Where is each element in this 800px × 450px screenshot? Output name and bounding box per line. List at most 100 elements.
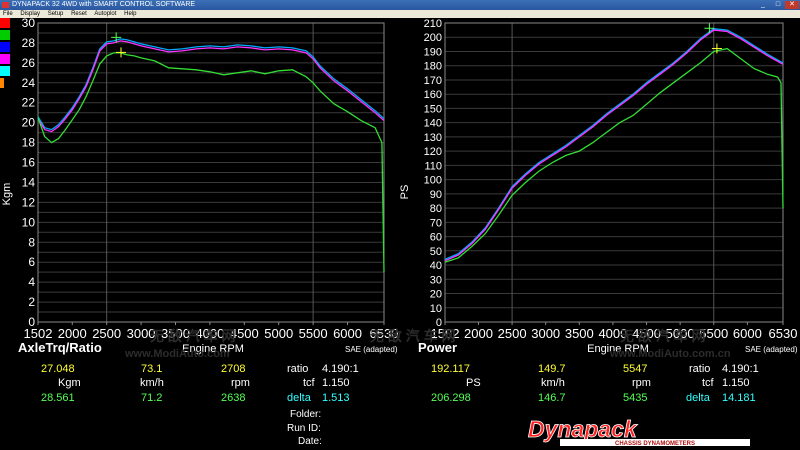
left-tcf-label: tcf (303, 377, 315, 389)
torque-x-tick-label: 2000 (58, 326, 87, 341)
torque-y-tick-label: 2 (28, 295, 35, 309)
watermark-brand-right: 无 敌 汽 车 网 (619, 328, 706, 344)
power-x-tick-label: 6000 (733, 326, 762, 341)
power-y-tick-label: 50 (430, 246, 442, 258)
right-delta-value: 14.181 (722, 392, 756, 404)
torque-y-tick-label: 16 (22, 156, 36, 170)
power-y-tick-label: 100 (424, 175, 442, 187)
power-y-tick-label: 40 (430, 260, 442, 272)
menu-display[interactable]: Display (20, 11, 40, 17)
logo-brand: Dynapack (528, 417, 638, 442)
run-color-swatches (0, 18, 10, 90)
power-y-tick-label: 140 (424, 118, 442, 130)
run-color-swatch[interactable] (0, 42, 10, 52)
right-power-value: 192.117 (431, 363, 470, 375)
torque-y-tick-label: 18 (22, 136, 36, 150)
right-tcf-value: 1.150 (722, 377, 750, 389)
power-y-tick-label: 60 (430, 232, 442, 244)
torque-y-tick-label: 14 (22, 175, 36, 189)
torque-chart-title: AxleTrq/Ratio (18, 340, 102, 355)
minimize-button[interactable]: _ (756, 1, 770, 9)
right-delta-power-value: 206.298 (431, 392, 471, 404)
left-delta-rpm-value: 2638 (221, 392, 246, 404)
run-color-swatch[interactable] (0, 78, 4, 88)
power-y-tick-label: 210 (424, 18, 442, 30)
run-color-swatch[interactable] (0, 30, 10, 40)
power-y-tick-label: 80 (430, 203, 442, 215)
torque-x-tick-label: 6000 (333, 326, 362, 341)
run-color-swatch[interactable] (0, 18, 10, 28)
menu-autoplot[interactable]: Autoplot (94, 11, 116, 17)
close-button[interactable]: ✕ (785, 1, 799, 9)
menu-setup[interactable]: Setup (48, 11, 64, 17)
torque-y-tick-label: 10 (22, 215, 36, 229)
left-delta-torque-value: 28.561 (41, 392, 75, 404)
power-y-tick-label: 90 (430, 189, 442, 201)
left-torque-value: 27.048 (41, 363, 75, 375)
torque-x-tick-label: 5000 (264, 326, 293, 341)
power-x-tick-label: 3000 (531, 326, 560, 341)
power-sae-note: SAE (adapted) (745, 345, 798, 354)
dynapack-logo: Dynapack CHASSIS DYNAMOMETERS (528, 417, 750, 447)
run-color-swatch[interactable] (0, 54, 10, 64)
torque-y-tick-label: 20 (22, 116, 36, 130)
right-tcf-label: tcf (702, 377, 714, 389)
left-delta-label: delta (287, 392, 311, 404)
left-tcf-value: 1.150 (322, 377, 350, 389)
left-rpm-value: 2708 (221, 363, 246, 375)
left-rpm-unit: rpm (231, 377, 250, 389)
power-y-tick-label: 130 (424, 132, 442, 144)
run-id-label: Run ID: (287, 423, 321, 434)
menu-file[interactable]: File (3, 11, 13, 17)
right-ratio-value: 4.190:1 (722, 363, 759, 375)
window-title: DYNAPACK 32 4WD with SMART CONTROL SOFTW… (12, 1, 196, 8)
torque-y-tick-label: 12 (22, 195, 36, 209)
watermark-brand-center: 无 敌 汽 车 网 (369, 328, 456, 344)
torque-y-tick-label: 4 (28, 275, 35, 289)
left-delta-value: 1.513 (322, 392, 350, 404)
left-delta-speed-value: 71.2 (141, 392, 163, 404)
run-color-swatch[interactable] (0, 66, 10, 76)
power-y-tick-label: 10 (430, 303, 442, 315)
torque-y-tick-label: 26 (22, 56, 36, 70)
watermark-url-right: www.ModiAuto.com.cn (609, 348, 731, 360)
torque-y-tick-label: 30 (22, 18, 36, 30)
power-y-tick-label: 150 (424, 103, 442, 115)
left-speed-unit: km/h (140, 377, 164, 389)
power-y-tick-label: 30 (430, 274, 442, 286)
dyno-charts: 0246810121416182022242628301502 2000 2500 3… (1, 18, 798, 360)
torque-sae-note: SAE (adapted) (345, 345, 398, 354)
menu-help[interactable]: Help (124, 11, 136, 17)
menu-reset[interactable]: Reset (71, 11, 87, 17)
torque-y-tick-label: 22 (22, 96, 36, 110)
logo-tagline: CHASSIS DYNAMOMETERS (615, 441, 695, 447)
power-y-tick-label: 190 (424, 46, 442, 58)
power-x-tick-label: 6530 (769, 326, 798, 341)
title-bar: DYNAPACK 32 4WD with SMART CONTROL SOFTW… (0, 0, 800, 10)
right-rpm-value: 5547 (623, 363, 648, 375)
power-y-tick-label: 70 (430, 217, 442, 229)
torque-x-tick-label: 5500 (299, 326, 328, 341)
left-speed-value: 73.1 (141, 363, 163, 375)
chart-area: 0 2 4 6 8 10 12 14 16 18 20 22 24 26 28 30 1502 2000 2500 3… (0, 18, 800, 363)
power-y-tick-label: 20 (430, 289, 442, 301)
power-y-tick-label: 120 (424, 146, 442, 158)
power-series-line-0 (444, 28, 784, 260)
right-delta-speed-value: 146.7 (538, 392, 566, 404)
app-icon (2, 2, 9, 8)
folder-label: Folder: (290, 409, 322, 420)
right-rpm-unit: rpm (632, 377, 651, 389)
maximize-button[interactable]: □ (771, 1, 785, 9)
right-delta-label: delta (686, 392, 710, 404)
left-torque-unit: Kgm (58, 377, 81, 389)
date-label: Date: (298, 436, 322, 447)
power-plot-frame (444, 22, 784, 323)
power-y-tick-label: 110 (424, 160, 442, 172)
right-speed-unit: km/h (541, 377, 565, 389)
right-speed-value: 149.7 (538, 363, 566, 375)
left-ratio-label: ratio (287, 363, 309, 375)
right-ratio-label: ratio (689, 363, 711, 375)
torque-y-tick-label: 6 (28, 255, 35, 269)
watermark-url-left: www.ModiAuto.com (124, 348, 230, 360)
torque-y-tick-label: 8 (28, 235, 35, 249)
